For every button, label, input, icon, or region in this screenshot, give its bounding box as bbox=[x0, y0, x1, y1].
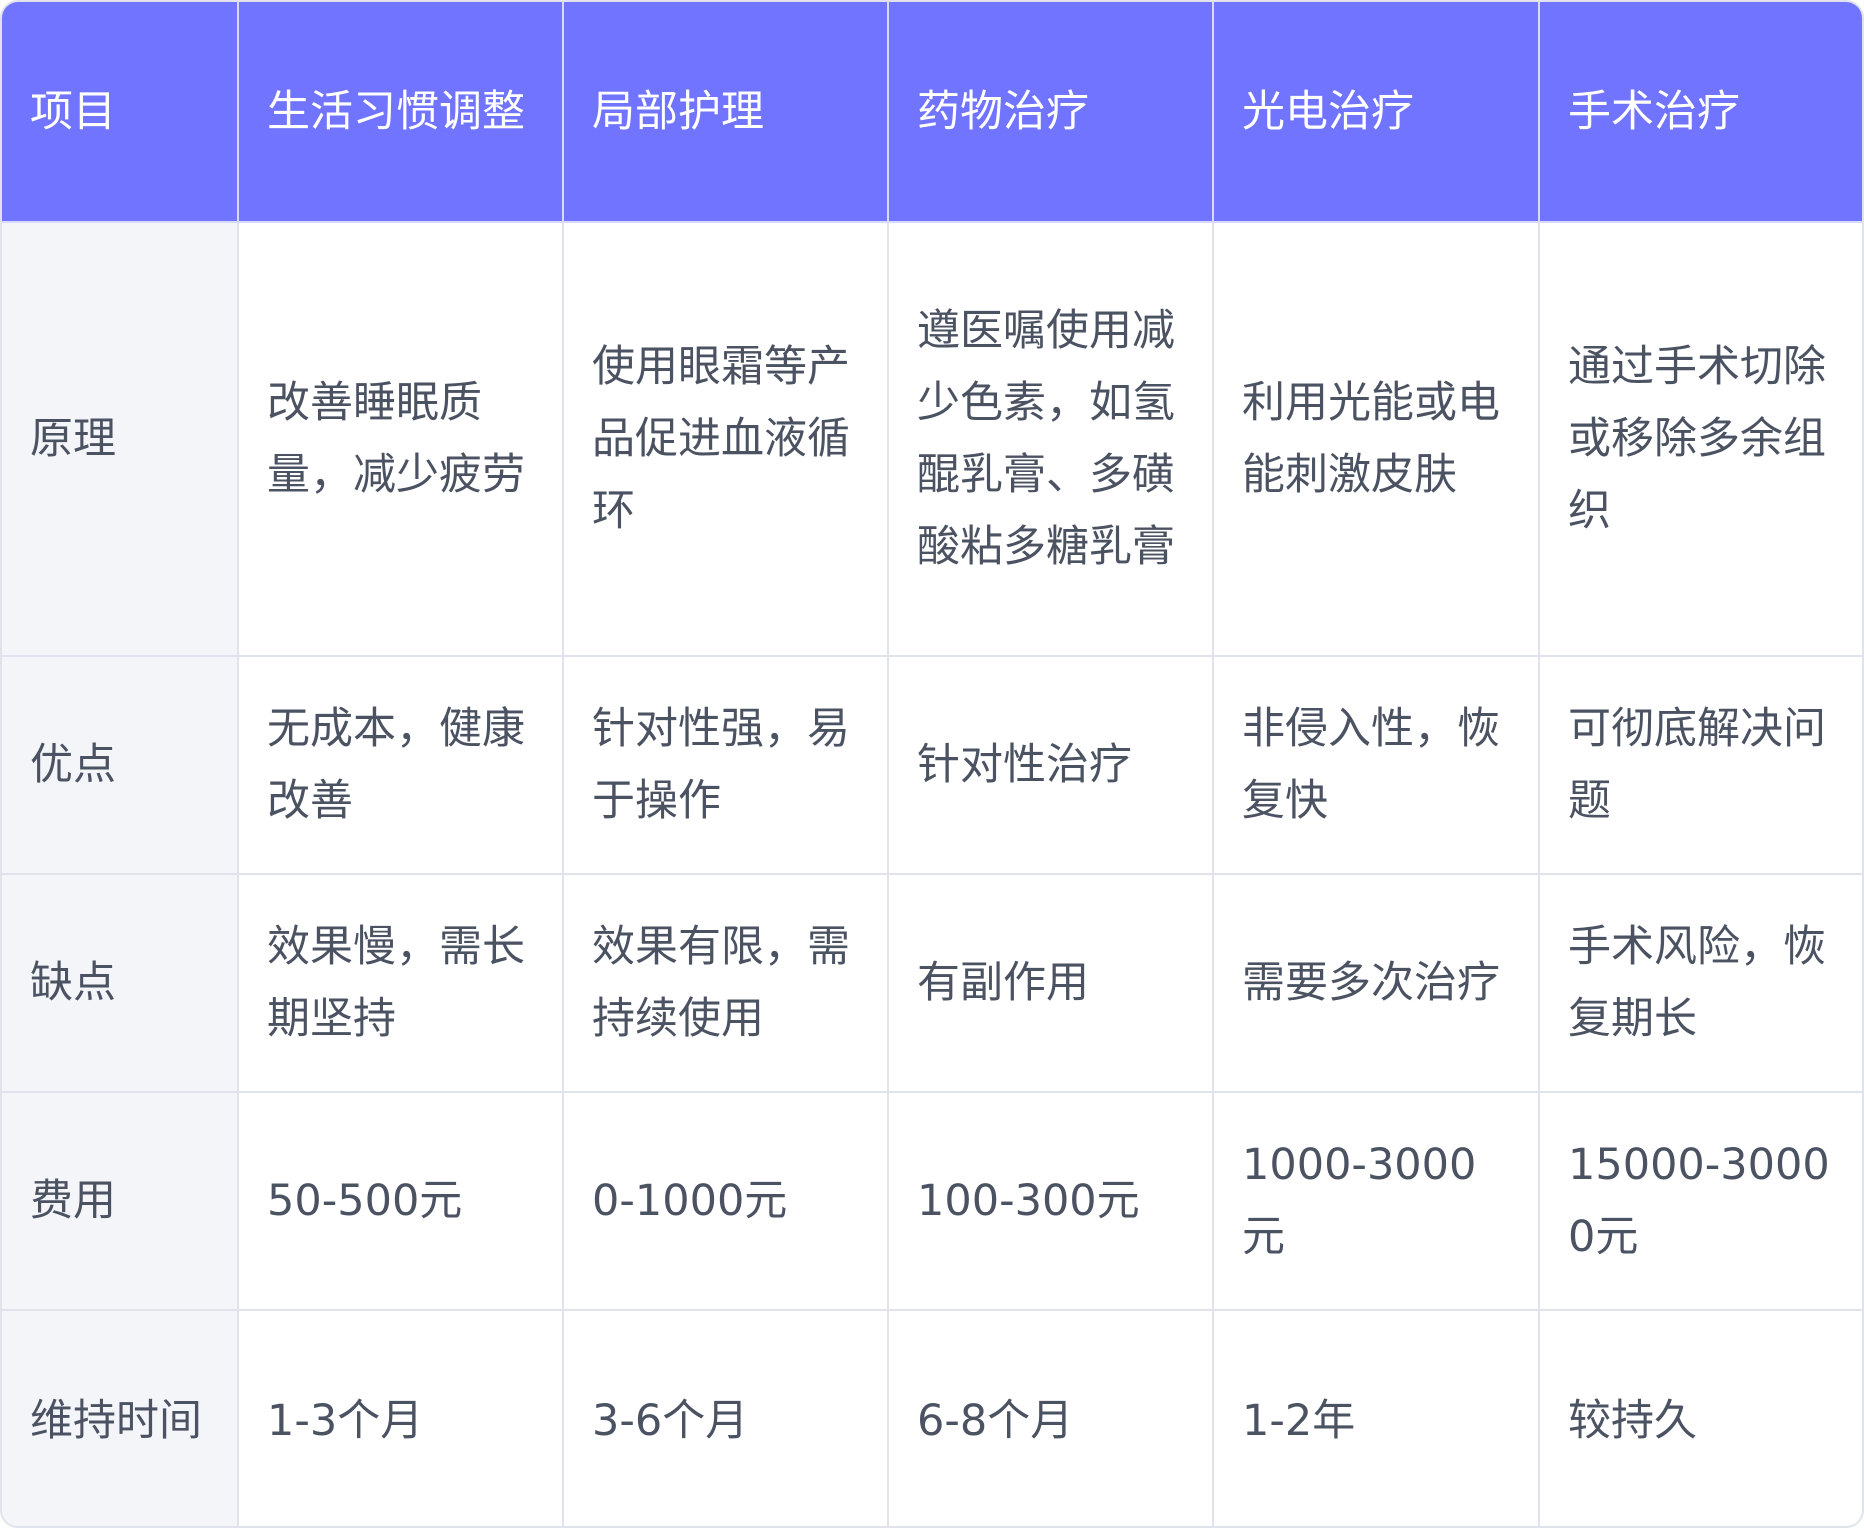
table-cell: 改善睡眠质量，减少疲劳 bbox=[238, 222, 564, 657]
table-cell: 15000-30000元 bbox=[1539, 1092, 1862, 1311]
row-label: 原理 bbox=[2, 222, 239, 657]
row-label: 维持时间 bbox=[2, 1310, 239, 1526]
table-cell: 50-500元 bbox=[238, 1092, 564, 1311]
table-row: 优点 无成本，健康改善 针对性强，易于操作 针对性治疗 非侵入性，恢复快 可彻底… bbox=[2, 656, 1862, 875]
table-cell: 针对性强，易于操作 bbox=[563, 656, 889, 875]
table-cell: 可彻底解决问题 bbox=[1539, 656, 1862, 875]
row-label: 费用 bbox=[2, 1092, 239, 1311]
table-row: 缺点 效果慢，需长期坚持 效果有限，需持续使用 有副作用 需要多次治疗 手术风险… bbox=[2, 874, 1862, 1093]
table-cell: 针对性治疗 bbox=[888, 656, 1214, 875]
table-cell: 手术风险，恢复期长 bbox=[1539, 874, 1862, 1093]
row-label: 缺点 bbox=[2, 874, 239, 1093]
table-cell: 非侵入性，恢复快 bbox=[1213, 656, 1540, 875]
column-header-lifestyle: 生活习惯调整 bbox=[238, 2, 564, 223]
table-cell: 通过手术切除或移除多余组织 bbox=[1539, 222, 1862, 657]
table-cell: 遵医嘱使用减少色素，如氢醌乳膏、多磺酸粘多糖乳膏 bbox=[888, 222, 1214, 657]
table-cell: 较持久 bbox=[1539, 1310, 1862, 1526]
table-cell: 效果有限，需持续使用 bbox=[563, 874, 889, 1093]
treatment-comparison-table: 项目 生活习惯调整 局部护理 药物治疗 光电治疗 手术治疗 原理 改善睡眠质量，… bbox=[2, 2, 1862, 1526]
table-cell: 有副作用 bbox=[888, 874, 1214, 1093]
table-cell: 利用光能或电能刺激皮肤 bbox=[1213, 222, 1540, 657]
table-cell: 1-2年 bbox=[1213, 1310, 1540, 1526]
table-cell: 6-8个月 bbox=[888, 1310, 1214, 1526]
table-cell: 0-1000元 bbox=[563, 1092, 889, 1311]
table-row: 维持时间 1-3个月 3-6个月 6-8个月 1-2年 较持久 bbox=[2, 1310, 1862, 1526]
column-header-medication: 药物治疗 bbox=[888, 2, 1214, 223]
column-header-surgery: 手术治疗 bbox=[1539, 2, 1862, 223]
table-cell: 使用眼霜等产品促进血液循环 bbox=[563, 222, 889, 657]
table-cell: 3-6个月 bbox=[563, 1310, 889, 1526]
table-cell: 100-300元 bbox=[888, 1092, 1214, 1311]
table-row: 费用 50-500元 0-1000元 100-300元 1000-3000元 1… bbox=[2, 1092, 1862, 1311]
table-cell: 1000-3000元 bbox=[1213, 1092, 1540, 1311]
column-header-item: 项目 bbox=[2, 2, 239, 223]
table-cell: 1-3个月 bbox=[238, 1310, 564, 1526]
column-header-photoelectric: 光电治疗 bbox=[1213, 2, 1540, 223]
table-row: 原理 改善睡眠质量，减少疲劳 使用眼霜等产品促进血液循环 遵医嘱使用减少色素，如… bbox=[2, 222, 1862, 657]
table-header-row: 项目 生活习惯调整 局部护理 药物治疗 光电治疗 手术治疗 bbox=[2, 2, 1862, 223]
comparison-table-container: 项目 生活习惯调整 局部护理 药物治疗 光电治疗 手术治疗 原理 改善睡眠质量，… bbox=[0, 0, 1864, 1528]
row-label: 优点 bbox=[2, 656, 239, 875]
column-header-topical-care: 局部护理 bbox=[563, 2, 889, 223]
table-cell: 无成本，健康改善 bbox=[238, 656, 564, 875]
table-cell: 需要多次治疗 bbox=[1213, 874, 1540, 1093]
table-cell: 效果慢，需长期坚持 bbox=[238, 874, 564, 1093]
